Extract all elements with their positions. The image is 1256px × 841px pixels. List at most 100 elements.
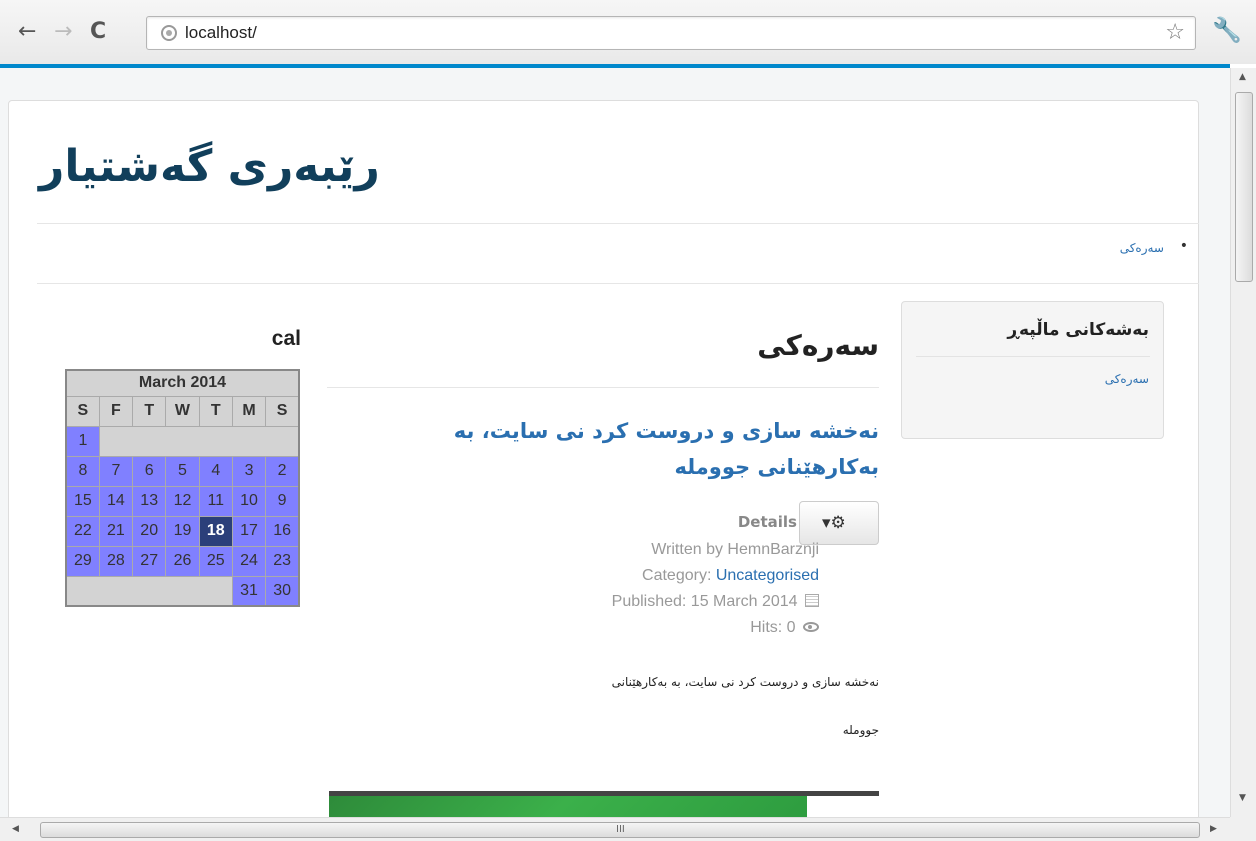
calendar-week-row: 31 30 — [65, 575, 300, 607]
calendar-day-cell[interactable]: 9 — [265, 485, 300, 517]
calendar-weekday: W — [165, 395, 200, 427]
calendar-day-cell[interactable]: 14 — [98, 485, 134, 517]
calendar-empty-cell — [98, 425, 300, 457]
horizontal-scroll-thumb[interactable]: III — [40, 822, 1200, 838]
article-published-text: Published: 15 March 2014 — [611, 593, 798, 610]
calendar-day-cell[interactable]: 23 — [265, 545, 300, 577]
reload-icon[interactable]: C — [90, 20, 106, 44]
calendar-week-row: 15 14 13 12 11 10 9 — [65, 485, 300, 517]
page-container: رێبەری گەشتیار • سەرەکی بەشەکانی ماڵپەڕ … — [8, 100, 1199, 817]
calendar-day-cell[interactable]: 12 — [165, 485, 200, 517]
calendar-day-cell[interactable]: 27 — [132, 545, 167, 577]
page-heading-divider — [327, 387, 879, 388]
calendar-day-cell[interactable]: 15 — [65, 485, 100, 517]
sidebar-menu-divider — [916, 356, 1150, 357]
calendar-week-row: 29 28 27 26 25 24 23 — [65, 545, 300, 577]
calendar-weekday: T — [198, 395, 233, 427]
sidebar-menu-title: بەشەکانی ماڵپەڕ — [1007, 320, 1149, 340]
article-author: Written by HemnBarznji — [651, 541, 819, 558]
calendar-day-cell[interactable]: 17 — [231, 515, 267, 547]
page-viewport: رێبەری گەشتیار • سەرەکی بەشەکانی ماڵپەڕ … — [0, 68, 1230, 817]
article-published: Published: 15 March 2014 — [439, 593, 819, 611]
calendar-day-cell[interactable]: 1 — [65, 425, 100, 457]
article-hits: Hits: 0 — [439, 619, 819, 637]
scroll-right-icon[interactable]: ▶ — [1210, 824, 1217, 834]
calendar-day-cell[interactable]: 30 — [265, 575, 300, 607]
calendar-day-cell[interactable]: 11 — [198, 485, 233, 517]
globe-icon — [161, 25, 177, 41]
calendar-day-cell[interactable]: 29 — [65, 545, 100, 577]
calendar-weekday: S — [65, 395, 100, 427]
calendar-today-cell[interactable]: 18 — [198, 515, 233, 547]
breadcrumb-home-link[interactable]: سەرەکی — [1120, 241, 1164, 255]
article-title-link[interactable]: نەخشە سازی و دروست کرد نی سایت، بە بەکار… — [327, 413, 879, 485]
calendar-day-cell[interactable]: 4 — [198, 455, 233, 487]
calendar-weekday-row: SFTWTMS — [65, 395, 300, 427]
calendar-day-cell[interactable]: 7 — [98, 455, 134, 487]
calendar-weekday: M — [231, 395, 267, 427]
article-image — [329, 796, 807, 817]
article-category: Category: Uncategorised — [439, 567, 819, 585]
calendar-icon — [805, 594, 819, 607]
calendar-day-cell[interactable]: 31 — [231, 575, 267, 607]
site-title[interactable]: رێبەری گەشتیار — [39, 141, 380, 192]
scroll-grip-icon: III — [616, 824, 625, 835]
page-heading: سەرەکی — [757, 329, 879, 362]
scroll-left-icon[interactable]: ◀ — [12, 824, 19, 834]
wrench-menu-icon[interactable]: 🔧 — [1212, 16, 1242, 44]
header-divider — [37, 223, 1199, 224]
calendar-widget: March 2014 SFTWTMS 1 8 7 6 5 4 3 2 15 14 13 12 11 10 9… — [65, 369, 300, 607]
calendar-day-cell[interactable]: 22 — [65, 515, 100, 547]
article-tools-button[interactable]: ▾⚙ — [799, 501, 879, 545]
calendar-month: March 2014 — [65, 369, 300, 397]
calendar-week-row: 22 21 20 19 18 17 16 — [65, 515, 300, 547]
calendar-day-cell[interactable]: 20 — [132, 515, 167, 547]
article-intro-line-1: نەخشە سازی و دروست کرد نی سایت، بە بەکار… — [611, 675, 879, 689]
vertical-scroll-thumb[interactable] — [1235, 92, 1253, 282]
breadcrumb-bullet: • — [1179, 238, 1188, 254]
calendar-day-cell[interactable]: 3 — [231, 455, 267, 487]
calendar-empty-cell — [65, 575, 233, 607]
calendar-week-row: 8765432 — [65, 455, 300, 487]
gear-dropdown-icon: ▾⚙ — [822, 513, 846, 533]
address-bar-url[interactable]: localhost/ — [185, 23, 257, 43]
calendar-day-cell[interactable]: 25 — [198, 545, 233, 577]
breadcrumb-divider — [37, 283, 1199, 284]
calendar-day-cell[interactable]: 8 — [65, 455, 100, 487]
calendar-day-cell[interactable]: 6 — [132, 455, 167, 487]
calendar-day-cell[interactable]: 28 — [98, 545, 134, 577]
calendar-day-cell[interactable]: 2 — [265, 455, 300, 487]
details-label: Details — [737, 513, 797, 531]
calendar-day-cell[interactable]: 21 — [98, 515, 134, 547]
scrollbar-corner — [1230, 817, 1256, 841]
calendar-day-cell[interactable]: 13 — [132, 485, 167, 517]
vertical-scrollbar[interactable]: ▲ ▼ — [1230, 68, 1256, 817]
forward-arrow-icon[interactable]: → — [54, 20, 72, 44]
article-category-link[interactable]: Uncategorised — [716, 567, 819, 584]
scroll-down-icon[interactable]: ▼ — [1239, 793, 1246, 803]
article-hits-text: Hits: 0 — [750, 619, 796, 636]
calendar-day-cell[interactable]: 26 — [165, 545, 200, 577]
calendar-week-row: 1 — [65, 425, 300, 457]
article-category-label: Category: — [642, 567, 716, 584]
calendar-day-cell[interactable]: 16 — [265, 515, 300, 547]
eye-icon — [803, 622, 819, 632]
calendar-day-cell[interactable]: 5 — [165, 455, 200, 487]
article-intro-line-2: جوومله — [842, 723, 879, 737]
sidebar-item-home[interactable]: سەرەکی — [1105, 372, 1149, 386]
back-arrow-icon[interactable]: ← — [18, 20, 36, 44]
horizontal-scrollbar[interactable]: ◀ III ▶ — [0, 817, 1230, 841]
calendar-days: 1 8 7 6 5 4 3 2 15 14 13 12 11 10 9 22 21 20 19 18 17 16 29 28 2… — [65, 425, 300, 607]
calendar-weekday: S — [265, 395, 300, 427]
calendar-day-cell[interactable]: 10 — [231, 485, 267, 517]
address-bar[interactable]: localhost/ ☆ — [146, 16, 1196, 50]
browser-toolbar: ← → C localhost/ ☆ 🔧 — [0, 0, 1256, 64]
calendar-weekday: F — [98, 395, 134, 427]
bookmark-star-icon[interactable]: ☆ — [1165, 20, 1185, 45]
calendar-weekday: T — [132, 395, 167, 427]
scroll-up-icon[interactable]: ▲ — [1239, 72, 1246, 82]
sidebar-menu: بەشەکانی ماڵپەڕ سەرەکی — [901, 301, 1164, 439]
calendar-day-cell[interactable]: 19 — [165, 515, 200, 547]
calendar-module-title: cal — [271, 327, 301, 350]
calendar-day-cell[interactable]: 24 — [231, 545, 267, 577]
